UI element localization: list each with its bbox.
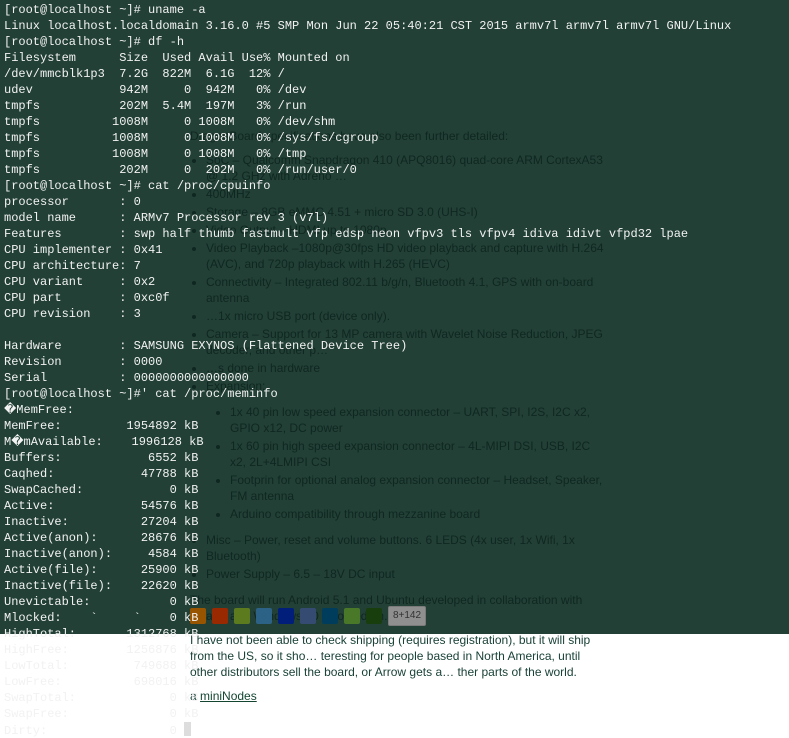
cursor [184,722,191,736]
via-link[interactable]: miniNodes [200,689,257,703]
article-paragraph: I have not been able to check shipping (… [190,632,609,680]
terminal-overlay[interactable]: [root@localhost ~]# uname -a Linux local… [0,0,789,634]
via-line: a miniNodes [190,688,609,704]
